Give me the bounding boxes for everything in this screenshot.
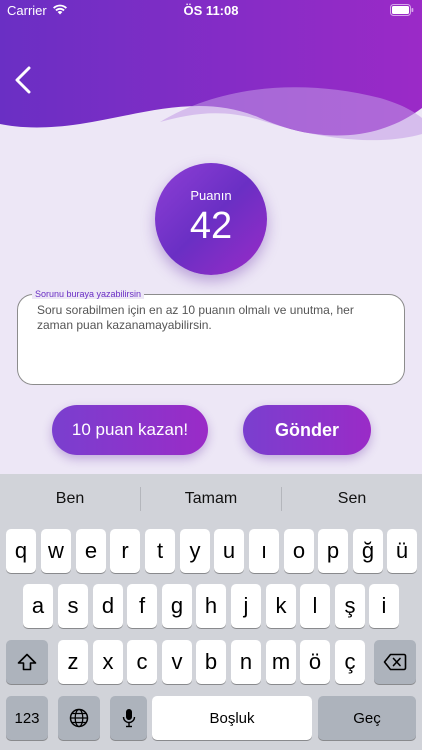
header-wave — [0, 0, 422, 150]
question-input-text[interactable]: Soru sorabilmen için en az 10 puanın olm… — [37, 303, 392, 333]
points-label: Puanın — [190, 188, 232, 203]
key[interactable]: n — [231, 640, 261, 684]
key[interactable]: c — [127, 640, 157, 684]
chevron-left-icon — [15, 66, 31, 94]
key[interactable]: b — [196, 640, 226, 684]
points-badge: Puanın 42 — [155, 163, 267, 275]
key[interactable]: j — [231, 584, 261, 628]
key[interactable]: d — [93, 584, 123, 628]
suggestion-bar: Ben Tamam Sen — [0, 474, 422, 524]
return-key[interactable]: Geç — [318, 696, 416, 740]
key[interactable]: m — [266, 640, 296, 684]
send-button[interactable]: Gönder — [243, 405, 371, 455]
key[interactable]: s — [58, 584, 88, 628]
key[interactable]: h — [196, 584, 226, 628]
numbers-key[interactable]: 123 — [6, 696, 48, 740]
status-bar: Carrier ÖS 11:08 — [0, 0, 422, 22]
key[interactable]: u — [214, 529, 244, 573]
backspace-key[interactable] — [374, 640, 416, 684]
key[interactable]: x — [93, 640, 123, 684]
battery-icon — [390, 4, 414, 19]
key[interactable]: y — [180, 529, 210, 573]
screen: Carrier ÖS 11:08 Puanın 42 Sorunu buraya… — [0, 0, 422, 750]
key[interactable]: w — [41, 529, 71, 573]
key[interactable]: ş — [335, 584, 365, 628]
suggestion-2[interactable]: Tamam — [141, 474, 281, 524]
key[interactable]: l — [300, 584, 330, 628]
earn-points-button[interactable]: 10 puan kazan! — [52, 405, 208, 455]
shift-icon — [17, 653, 37, 671]
key[interactable]: o — [284, 529, 314, 573]
key[interactable]: ö — [300, 640, 330, 684]
keyboard: Ben Tamam Sen q w e r t y u ı o p ğ ü a … — [0, 474, 422, 750]
microphone-icon — [122, 709, 135, 728]
status-time: ÖS 11:08 — [183, 3, 239, 18]
key[interactable]: t — [145, 529, 175, 573]
key[interactable]: q — [6, 529, 36, 573]
key[interactable]: a — [23, 584, 53, 628]
back-button[interactable] — [8, 62, 38, 98]
key[interactable]: v — [162, 640, 192, 684]
key[interactable]: k — [266, 584, 296, 628]
backspace-icon — [383, 653, 407, 671]
suggestion-3[interactable]: Sen — [282, 474, 422, 524]
space-key[interactable]: Boşluk — [152, 696, 312, 740]
key[interactable]: f — [127, 584, 157, 628]
key[interactable]: ğ — [353, 529, 383, 573]
points-value: 42 — [189, 205, 233, 247]
suggestion-1[interactable]: Ben — [0, 474, 140, 524]
key[interactable]: ü — [387, 529, 417, 573]
globe-key[interactable] — [58, 696, 100, 740]
key[interactable]: g — [162, 584, 192, 628]
globe-icon — [69, 708, 89, 728]
key[interactable]: z — [58, 640, 88, 684]
microphone-key[interactable] — [110, 696, 147, 740]
key[interactable]: p — [318, 529, 348, 573]
key[interactable]: e — [76, 529, 106, 573]
key[interactable]: ç — [335, 640, 365, 684]
shift-key[interactable] — [6, 640, 48, 684]
key[interactable]: i — [369, 584, 399, 628]
key[interactable]: r — [110, 529, 140, 573]
key[interactable]: ı — [249, 529, 279, 573]
question-input-label: Sorunu buraya yazabilirsin — [32, 289, 145, 299]
